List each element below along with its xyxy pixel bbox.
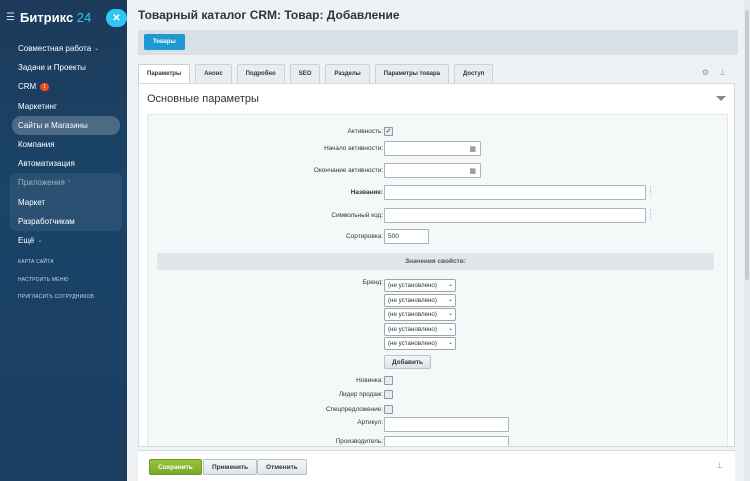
properties-header: Значения свойств: [157, 253, 714, 270]
brand-select[interactable]: (не установлено) ⌄ [384, 337, 456, 350]
article-input[interactable] [384, 417, 509, 432]
sidebar-links: КАРТА САЙТА НАСТРОИТЬ МЕНЮ ПРИГЛАСИТЬ СО… [18, 259, 94, 312]
chevron-down-icon: ⌄ [94, 46, 100, 53]
tab-sections[interactable]: Разделы [325, 64, 370, 83]
scrollbar-thumb[interactable] [745, 10, 749, 280]
sidebar-item-more[interactable]: Ещё ⌄ [12, 231, 120, 250]
form-body: Активность: ✓ Начало активности: ▦ Оконч… [147, 114, 729, 446]
chevron-up-icon: ^ [67, 179, 71, 186]
calendar-icon[interactable]: ▦ [469, 145, 476, 153]
tab-details[interactable]: Подробно [236, 64, 285, 83]
sidebar-item-developers[interactable]: Разработчикам [12, 212, 120, 231]
active-from-input[interactable]: ▦ [384, 141, 481, 156]
new-checkbox[interactable] [384, 376, 393, 385]
breadcrumb-item-products[interactable]: Товары [144, 34, 185, 50]
special-checkbox[interactable] [384, 405, 393, 414]
sort-input[interactable]: 500 [384, 229, 429, 244]
chevron-down-icon: ⌄ [447, 326, 453, 332]
apply-button[interactable]: Применить [203, 459, 258, 475]
chevron-down-icon: ⌄ [447, 282, 453, 288]
name-row: Название: ⋮ ⋮ [350, 185, 654, 200]
brand-select[interactable]: (не установлено) ⌄ [384, 279, 456, 292]
code-row: Символьный код: ⋮ ⋮ [331, 208, 654, 223]
chevron-down-icon: ⌄ [447, 340, 453, 346]
logo[interactable]: ☰ Битрикс 24 [6, 10, 91, 25]
sidebar-item-crm[interactable]: CRM 1 [12, 77, 120, 96]
maker-row: Производитель: [148, 436, 729, 446]
pin-icon[interactable]: ⊥ [716, 461, 723, 470]
section-title: Основные параметры [147, 93, 259, 105]
sidebar-item-collaboration[interactable]: Совместная работа ⌄ [12, 39, 120, 58]
sidebar-item-automation[interactable]: Автоматизация [12, 154, 120, 173]
footer-bar: Сохранить Применить Отменить ⊥ [138, 450, 735, 481]
main-content: Товарный каталог CRM: Товар: Добавление … [127, 0, 750, 481]
tab-tools: ⚙ ⊥ [702, 68, 726, 77]
active-from-row: Начало активности: ▦ [148, 141, 729, 157]
sidebar: ☰ Битрикс 24 Совместная работа ⌄ Задачи и… [0, 0, 127, 481]
configure-menu-link[interactable]: НАСТРОИТЬ МЕНЮ [18, 277, 94, 295]
sidebar-item-market[interactable]: Маркет [12, 193, 120, 212]
active-to-input[interactable]: ▦ [384, 163, 481, 178]
cancel-button[interactable]: Отменить [257, 459, 307, 475]
close-button[interactable]: ✕ [106, 9, 127, 27]
gear-icon[interactable]: ⚙ [702, 68, 709, 77]
brand-select[interactable]: (не установлено) ⌄ [384, 308, 456, 321]
invite-link[interactable]: ПРИГЛАСИТЬ СОТРУДНИКОВ [18, 294, 94, 312]
brand-select[interactable]: (не установлено) ⌄ [384, 323, 456, 336]
brand-select[interactable]: (не установлено) ⌄ [384, 294, 456, 307]
apps-group: Приложения ^ Маркет Разработчикам [10, 173, 122, 231]
sidebar-item-apps[interactable]: Приложения ^ [12, 173, 120, 192]
active-row: Активность: ✓ [347, 127, 393, 136]
maker-input[interactable] [384, 436, 509, 446]
tab-product-params[interactable]: Параметры товара [374, 64, 450, 83]
special-row: Спецпредложение: [148, 402, 729, 418]
name-input[interactable] [384, 185, 646, 200]
sidebar-menu: Совместная работа ⌄ Задачи и Проекты CRM 1… [10, 39, 122, 250]
active-checkbox[interactable]: ✓ [384, 127, 393, 136]
add-button[interactable]: Добавить [384, 355, 431, 369]
pin-icon[interactable]: ⊥ [719, 68, 726, 77]
sidebar-item-tasks[interactable]: Задачи и Проекты [12, 58, 120, 77]
chevron-down-icon: ⌄ [37, 237, 43, 244]
collapse-arrow-icon[interactable] [716, 96, 726, 101]
chevron-down-icon: ⌄ [447, 297, 453, 303]
sidebar-item-marketing[interactable]: Маркетинг [12, 97, 120, 116]
tabs: Параметры Анонс Подробно SEO Разделы Пар… [138, 64, 498, 83]
article-row: Артикул: [148, 417, 729, 433]
breadcrumb: Товары [138, 30, 738, 55]
chevron-down-icon: ⌄ [447, 311, 453, 317]
tab-params[interactable]: Параметры [138, 64, 191, 83]
tab-seo[interactable]: SEO [289, 64, 321, 83]
leader-checkbox[interactable] [384, 390, 393, 399]
close-icon: ✕ [112, 12, 121, 24]
scrollbar[interactable] [744, 0, 750, 481]
form-panel: Основные параметры Активность: ✓ Начало … [138, 83, 735, 447]
counter-badge: 1 [40, 82, 49, 91]
page-title: Товарный каталог CRM: Товар: Добавление [138, 8, 400, 22]
tab-access[interactable]: Доступ [454, 64, 494, 83]
leader-row: Лидер продаж: [148, 387, 729, 403]
sidebar-item-sites[interactable]: Сайты и Магазины [12, 115, 120, 135]
drag-handle-icon[interactable]: ⋮ ⋮ [647, 209, 654, 221]
tab-announce[interactable]: Анонс [195, 64, 232, 83]
drag-handle-icon[interactable]: ⋮ ⋮ [647, 186, 654, 198]
active-to-row: Окончание активности: ▦ [148, 163, 729, 179]
calendar-icon[interactable]: ▦ [469, 167, 476, 175]
sitemap-link[interactable]: КАРТА САЙТА [18, 259, 94, 277]
hamburger-icon[interactable]: ☰ [6, 12, 15, 23]
sidebar-item-company[interactable]: Компания [12, 135, 120, 154]
save-button[interactable]: Сохранить [149, 459, 202, 475]
code-input[interactable] [384, 208, 646, 223]
sort-row: Сортировка: 500 [148, 229, 729, 245]
